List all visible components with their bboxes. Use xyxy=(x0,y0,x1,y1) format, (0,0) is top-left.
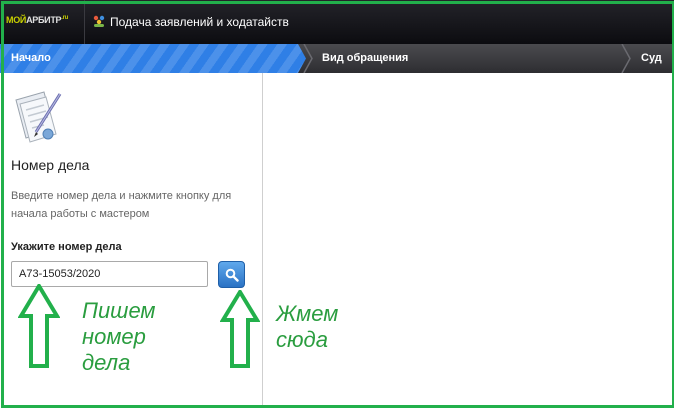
annotation-line: Жмем xyxy=(276,301,339,326)
app-title: Подача заявлений и ходатайств xyxy=(110,15,289,29)
annotation-click-here: Жмем сюда xyxy=(276,301,338,353)
wizard-steps: Начало Вид обращения Суд xyxy=(0,44,674,73)
annotation-line: Пишем xyxy=(82,298,156,323)
step-request-type[interactable]: Вид обращения xyxy=(322,52,408,64)
step-separator-chevron-icon xyxy=(621,44,631,73)
instruction-text: Введите номер дела и нажмите кнопку для … xyxy=(11,190,232,220)
step-start-label: Начало xyxy=(11,52,51,64)
top-bar: МОЙАРБИТР.ru Подача заявлений и ходатайс… xyxy=(0,0,674,44)
logo-part-ru: .ru xyxy=(61,15,68,21)
annotation-line: сюда xyxy=(276,327,328,352)
search-icon xyxy=(225,268,239,282)
logo-part-moi: МОЙ xyxy=(6,15,27,25)
case-number-label: Укажите номер дела xyxy=(11,241,122,253)
search-button[interactable] xyxy=(218,261,245,288)
logo[interactable]: МОЙАРБИТР.ru xyxy=(6,15,68,25)
topbar-separator xyxy=(84,0,85,44)
annotation-line: дела xyxy=(82,350,131,375)
people-icon xyxy=(93,15,105,27)
step-separator-chevron-icon xyxy=(303,44,313,73)
section-title: Номер дела xyxy=(11,157,90,173)
step-court[interactable]: Суд xyxy=(641,52,662,64)
arrow-up-icon xyxy=(220,290,260,368)
arrow-up-icon xyxy=(18,284,60,368)
annotation-line: номер xyxy=(82,324,146,349)
logo-part-arbitr: АРБИТР xyxy=(26,15,62,25)
panel-divider xyxy=(262,73,263,408)
annotation-write-case-number: Пишем номер дела xyxy=(82,298,156,376)
document-pen-icon xyxy=(15,91,62,143)
